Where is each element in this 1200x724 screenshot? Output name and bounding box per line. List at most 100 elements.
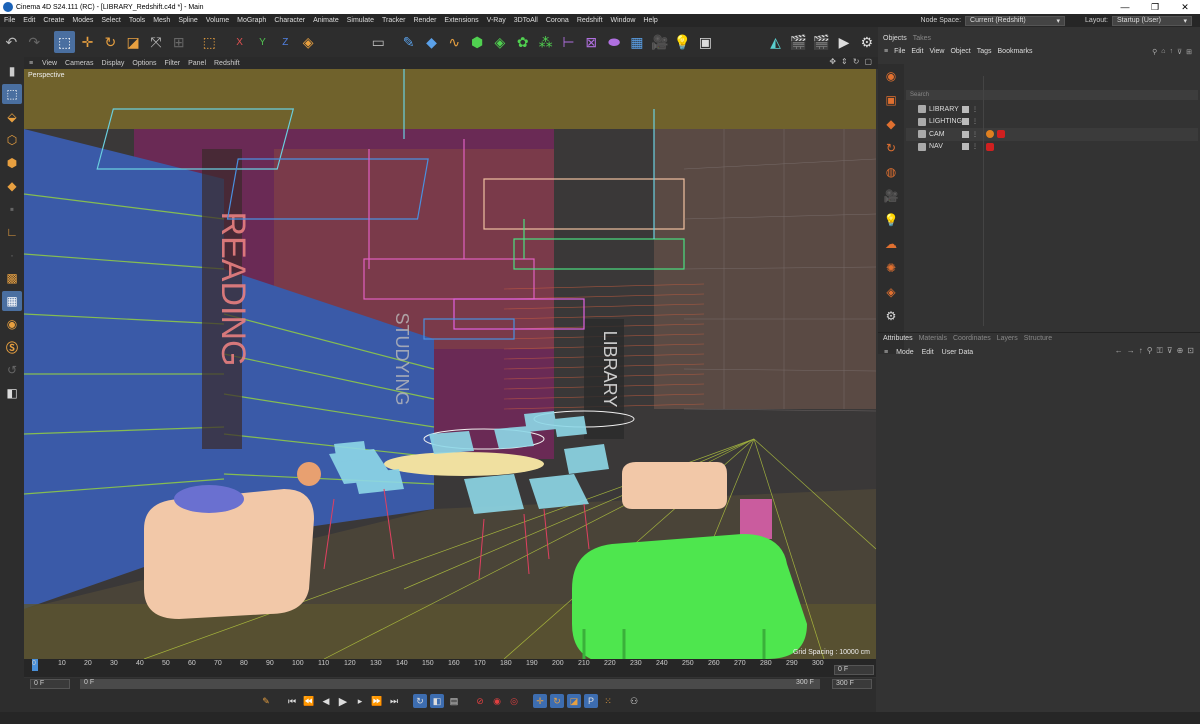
new-panel-icon[interactable]: ⊞ [1186, 48, 1192, 56]
new-panel-icon[interactable]: ⊕ [1177, 346, 1184, 356]
vp-menu-display[interactable]: Display [97, 60, 128, 67]
restore-button[interactable]: ❐ [1140, 0, 1170, 14]
parameter-key-icon[interactable]: P [584, 694, 598, 708]
subdivision-icon[interactable]: ⬢ [467, 31, 488, 53]
deformer-icon[interactable]: ⊢ [558, 31, 579, 53]
tab-structure[interactable]: Structure [1024, 335, 1052, 342]
coordinate-system-icon[interactable]: ◈ [298, 31, 319, 53]
loop-icon[interactable]: ↻ [413, 694, 427, 708]
min-time-field[interactable]: 0 F [30, 679, 70, 689]
next-key-icon[interactable]: ⏩ [370, 694, 384, 708]
undo-icon[interactable]: ↶ [1, 31, 22, 53]
layer-checkbox[interactable] [962, 105, 969, 113]
redshift-render-icon[interactable]: ◉ [881, 66, 901, 86]
point-level-icon[interactable]: ⁙ [601, 694, 615, 708]
magnet-icon[interactable]: ◉ [2, 314, 22, 334]
vp-menu-options[interactable]: Options [128, 60, 160, 67]
object-row-library[interactable]: LIBRARY ⋮ [906, 103, 1198, 116]
points-mode-icon[interactable]: ⬡ [2, 130, 22, 150]
menu-volume[interactable]: Volume [202, 17, 233, 24]
render-view-icon[interactable]: 🎬 [788, 31, 809, 53]
menu-edit[interactable]: Edit [19, 17, 39, 24]
tab-attributes[interactable]: Attributes [883, 335, 913, 342]
texture-mode-icon[interactable]: ⬙ [2, 107, 22, 127]
visibility-dots-icon[interactable]: ⋮ [972, 131, 978, 138]
up-arrow-icon[interactable]: ↑ [1139, 346, 1143, 356]
object-row-lighting[interactable]: LIGHTING ⋮ [906, 116, 1198, 129]
menu-simulate[interactable]: Simulate [343, 17, 378, 24]
x-axis-icon[interactable]: X [229, 31, 250, 53]
render-settings-icon[interactable]: ⚙ [856, 31, 877, 53]
home-icon[interactable]: ⌂ [1161, 48, 1165, 56]
object-row-nav[interactable]: NAV ⋮ [906, 141, 1198, 154]
mograph-icon[interactable]: ⁂ [535, 31, 556, 53]
generator-icon[interactable]: ◈ [490, 31, 511, 53]
redshift-camera-icon[interactable]: 🎥 [881, 186, 901, 206]
om-menu-object[interactable]: Object [950, 48, 970, 55]
search-icon[interactable]: ⚲ [1147, 346, 1153, 356]
tab-coordinates[interactable]: Coordinates [953, 335, 991, 342]
rotate-icon[interactable]: ↻ [100, 31, 121, 53]
position-key-icon[interactable]: ✛ [533, 694, 547, 708]
menu-create[interactable]: Create [39, 17, 68, 24]
frame-icon[interactable]: ◧ [2, 383, 22, 403]
target-tag-icon[interactable] [986, 130, 994, 139]
menu-modes[interactable]: Modes [68, 17, 97, 24]
tab-materials[interactable]: Materials [919, 335, 947, 342]
layer-checkbox[interactable] [962, 143, 969, 151]
menu-select[interactable]: Select [97, 17, 124, 24]
redshift-ipr-icon[interactable]: ▣ [881, 90, 901, 110]
maximize-view-icon[interactable]: ▢ [864, 57, 872, 66]
preview-range-slider[interactable]: 0 F [80, 679, 820, 689]
camera-icon[interactable]: 🎥 [649, 31, 670, 53]
menu-vray[interactable]: V-Ray [483, 17, 510, 24]
tab-layers[interactable]: Layers [997, 335, 1018, 342]
make-editable-icon[interactable]: ▮ [2, 61, 22, 81]
menu-redshift[interactable]: Redshift [573, 17, 607, 24]
vp-menu-cameras[interactable]: Cameras [61, 60, 97, 67]
redshift-render-view-icon[interactable]: ◭ [765, 31, 786, 53]
node-space-dropdown[interactable]: Current (Redshift) ▾ [965, 15, 1066, 26]
visibility-dots-icon[interactable]: ⋮ [972, 118, 978, 125]
rotation-key-icon[interactable]: ↻ [550, 694, 564, 708]
fps-icon[interactable]: ▤ [447, 694, 461, 708]
redshift-proxy-icon[interactable]: ◍ [881, 162, 901, 182]
forward-arrow-icon[interactable]: → [1127, 346, 1135, 356]
scale-key-icon[interactable]: ◪ [567, 694, 581, 708]
vp-menu-filter[interactable]: Filter [161, 60, 185, 67]
object-mode-icon[interactable]: ⬚ [199, 31, 220, 53]
om-menu-file[interactable]: File [894, 48, 905, 55]
up-icon[interactable]: ↑ [1170, 48, 1174, 56]
hamburger-icon[interactable]: ≡ [24, 60, 38, 67]
filter-icon[interactable]: ⊽ [1177, 48, 1182, 56]
redshift-volume-icon[interactable]: ◈ [881, 282, 901, 302]
grid-icon[interactable]: ▩ [2, 268, 22, 288]
visibility-dots-icon[interactable]: ⋮ [972, 106, 978, 113]
s-icon[interactable]: Ⓢ [2, 337, 22, 357]
search-icon[interactable]: ⚲ [1152, 48, 1157, 56]
menu-mesh[interactable]: Mesh [149, 17, 174, 24]
previous-frame-icon[interactable]: ◀ [319, 694, 333, 708]
filter-icon[interactable]: ⊽ [1167, 346, 1173, 356]
live-selection-icon[interactable]: ⬚ [54, 31, 76, 53]
autokeying-icon[interactable]: ◉ [490, 694, 504, 708]
axis-mode-icon[interactable]: ▪ [2, 199, 22, 219]
close-button[interactable]: ✕ [1170, 0, 1200, 14]
polygons-mode-icon[interactable]: ◆ [2, 176, 22, 196]
next-frame-icon[interactable]: ▸ [353, 694, 367, 708]
floor-icon[interactable]: ▦ [627, 31, 648, 53]
redshift-material-icon[interactable]: ◆ [881, 114, 901, 134]
picture-viewer-icon[interactable]: ▣ [695, 31, 716, 53]
redshift-tag-icon[interactable] [997, 130, 1005, 139]
layout-dropdown[interactable]: Startup (User) ▾ [1112, 15, 1192, 26]
render-to-picture-viewer-icon[interactable]: ▶ [834, 31, 855, 53]
viewport-3d[interactable]: READING STUDYING LIBRARY Perspective Gri… [24, 69, 876, 659]
object-row-cam[interactable]: CAM ⋮ [906, 128, 1198, 141]
menu-corona[interactable]: Corona [542, 17, 573, 24]
transform-icon[interactable]: ⤧ [146, 31, 167, 53]
snap-icon[interactable]: · [2, 245, 22, 265]
menu-file[interactable]: File [0, 17, 19, 24]
tab-objects[interactable]: Objects [883, 35, 907, 42]
go-to-start-icon[interactable]: ⏮ [285, 694, 299, 708]
minimize-button[interactable]: — [1110, 0, 1140, 14]
